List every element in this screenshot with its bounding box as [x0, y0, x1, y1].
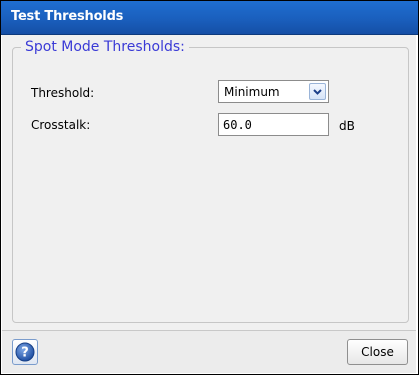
window-title: Test Thresholds	[11, 9, 124, 24]
chevron-down-icon[interactable]	[309, 83, 326, 100]
group-legend: Spot Mode Thresholds:	[21, 38, 189, 56]
crosstalk-label: Crosstalk:	[31, 118, 91, 132]
threshold-select-value: Minimum	[224, 85, 280, 99]
dialog-footer: ? Close	[2, 331, 416, 373]
crosstalk-input[interactable]	[218, 113, 329, 136]
threshold-select[interactable]: Minimum	[218, 80, 329, 103]
close-button[interactable]: Close	[347, 339, 408, 365]
svg-text:?: ?	[21, 346, 29, 361]
title-bar: Test Thresholds	[1, 1, 418, 35]
spot-mode-thresholds-group: Spot Mode Thresholds: Threshold: Minimum…	[12, 38, 409, 323]
crosstalk-unit: dB	[339, 119, 355, 133]
test-thresholds-dialog: Test Thresholds Spot Mode Thresholds: Th…	[0, 0, 419, 375]
threshold-label: Threshold:	[31, 86, 95, 100]
question-mark-icon: ?	[15, 342, 35, 362]
help-button[interactable]: ?	[12, 339, 38, 365]
dialog-body: Spot Mode Thresholds: Threshold: Minimum…	[2, 35, 416, 331]
